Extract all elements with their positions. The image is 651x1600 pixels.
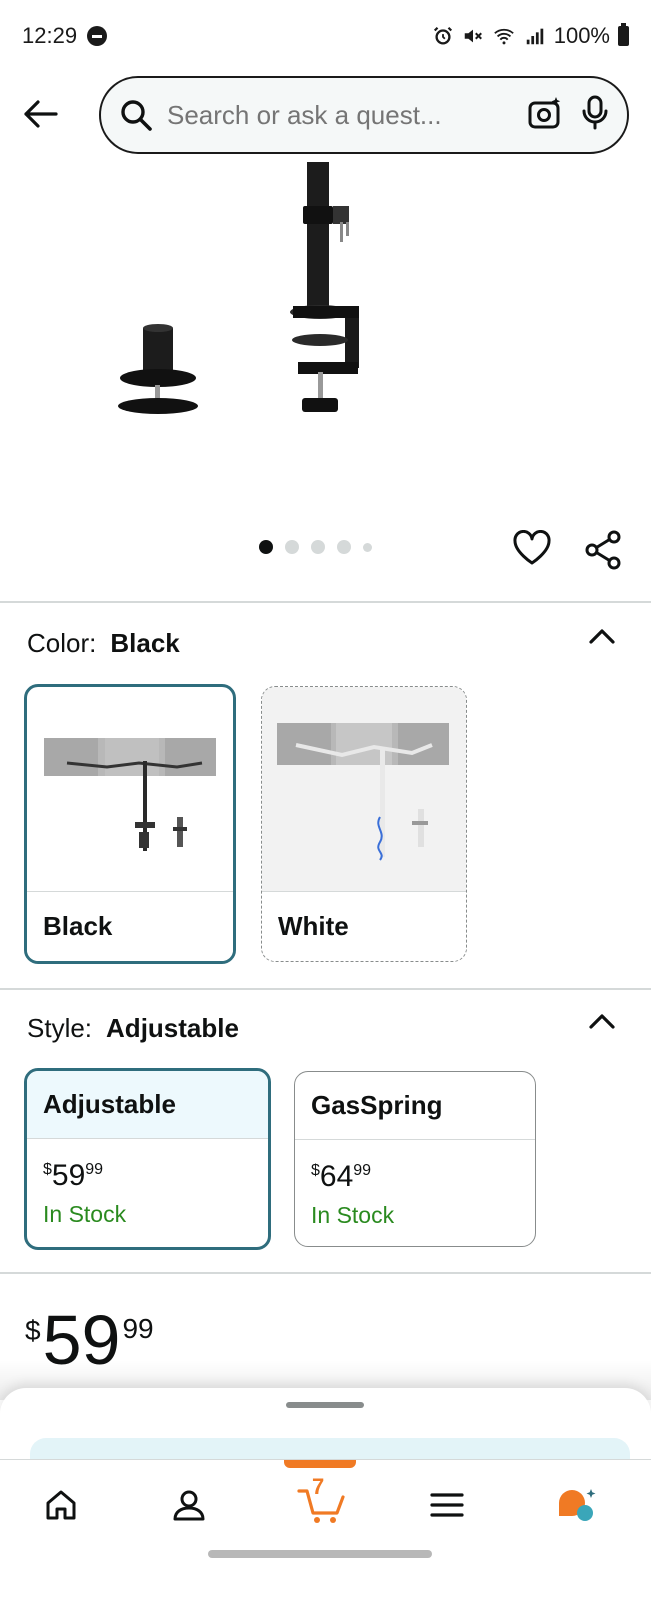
price-whole: 64 xyxy=(319,1160,354,1193)
image-carousel-indicator xyxy=(259,540,372,554)
stock-status: In Stock xyxy=(43,1201,127,1227)
color-label: Color: xyxy=(27,628,97,658)
chevron-up-icon xyxy=(589,629,615,644)
nav-account[interactable] xyxy=(164,1480,214,1530)
battery-icon xyxy=(618,23,629,46)
cart-count-badge: 7 xyxy=(312,1474,325,1499)
signal-icon xyxy=(526,28,543,45)
color-selected-value: Black xyxy=(110,628,180,658)
share-button[interactable] xyxy=(584,530,624,575)
color-option-label: White xyxy=(262,891,466,961)
white-variant-image xyxy=(262,687,466,892)
user-icon xyxy=(173,1490,205,1521)
battery-percent: 100% xyxy=(553,23,610,48)
share-icon xyxy=(585,530,621,570)
price-currency: $ xyxy=(43,1161,52,1178)
style-section-heading: Style: Adjustable xyxy=(27,1013,239,1044)
home-icon xyxy=(46,1490,76,1520)
color-option-label: Black xyxy=(27,891,233,961)
status-time: 12:29 xyxy=(22,23,78,48)
search-icon xyxy=(121,100,152,131)
carousel-dot[interactable] xyxy=(311,540,325,554)
chevron-up-icon xyxy=(589,1014,615,1029)
system-home-indicator[interactable] xyxy=(208,1550,432,1558)
header xyxy=(0,76,651,156)
camera-search-button[interactable] xyxy=(527,95,563,136)
search-input[interactable] xyxy=(167,99,511,131)
wifi-icon xyxy=(493,28,514,45)
nav-home[interactable] xyxy=(36,1480,86,1530)
stock-status: In Stock xyxy=(311,1202,395,1228)
status-bar: 12:29 100% xyxy=(0,0,651,72)
nav-menu[interactable] xyxy=(422,1480,472,1530)
heart-icon xyxy=(513,530,551,565)
monitor-mount-parts-image xyxy=(118,162,359,414)
carousel-dot[interactable] xyxy=(285,540,299,554)
price-currency: $ xyxy=(311,1162,320,1179)
menu-icon xyxy=(430,1493,464,1517)
camera-search-icon xyxy=(528,96,561,128)
style-option-adjustable[interactable]: Adjustable $ 59 99 In Stock xyxy=(24,1068,271,1250)
bottom-navigation: 7 xyxy=(0,1459,651,1545)
price-whole: 59 xyxy=(51,1159,86,1192)
style-label: Style: xyxy=(27,1013,93,1043)
price-fraction: 99 xyxy=(353,1162,372,1179)
style-selected-value: Adjustable xyxy=(106,1013,239,1043)
carousel-dot[interactable] xyxy=(259,540,273,554)
back-arrow-icon xyxy=(24,100,58,128)
color-section-heading: Color: Black xyxy=(27,628,180,659)
style-option-price: $ 64 99 xyxy=(295,1140,535,1194)
nav-rufus[interactable] xyxy=(552,1480,602,1530)
wishlist-button[interactable] xyxy=(512,530,552,571)
alarm-icon xyxy=(433,26,452,45)
active-tab-indicator xyxy=(284,1460,356,1468)
black-variant-image xyxy=(27,687,233,892)
collapse-style-button[interactable] xyxy=(588,1011,616,1036)
back-button[interactable] xyxy=(18,92,62,136)
style-option-name: GasSpring xyxy=(295,1072,535,1140)
divider xyxy=(0,601,651,603)
carousel-dot[interactable] xyxy=(337,540,351,554)
voice-search-button[interactable] xyxy=(581,95,609,136)
product-image[interactable] xyxy=(0,160,651,510)
ai-assistant-icon xyxy=(559,1489,596,1521)
microphone-icon xyxy=(582,95,608,129)
do-not-disturb-icon xyxy=(87,26,108,46)
price-fraction: 99 xyxy=(122,1313,154,1344)
mute-icon xyxy=(464,29,482,43)
sheet-drag-handle[interactable] xyxy=(286,1402,364,1408)
status-left: 12:29 xyxy=(22,23,108,49)
divider xyxy=(0,1272,651,1274)
style-option-price: $ 59 99 xyxy=(27,1139,268,1193)
price-currency: $ xyxy=(25,1315,41,1346)
style-option-gasspring[interactable]: GasSpring $ 64 99 In Stock xyxy=(294,1071,536,1247)
color-option-black[interactable]: Black xyxy=(24,684,236,964)
color-option-white[interactable]: White xyxy=(261,686,467,962)
style-option-name: Adjustable xyxy=(27,1071,268,1139)
collapse-color-button[interactable] xyxy=(588,626,616,651)
carousel-dot[interactable] xyxy=(363,542,372,552)
divider xyxy=(0,988,651,990)
price-fraction: 99 xyxy=(85,1161,104,1178)
status-right: 100% xyxy=(432,23,629,49)
search-bar[interactable] xyxy=(99,76,629,154)
